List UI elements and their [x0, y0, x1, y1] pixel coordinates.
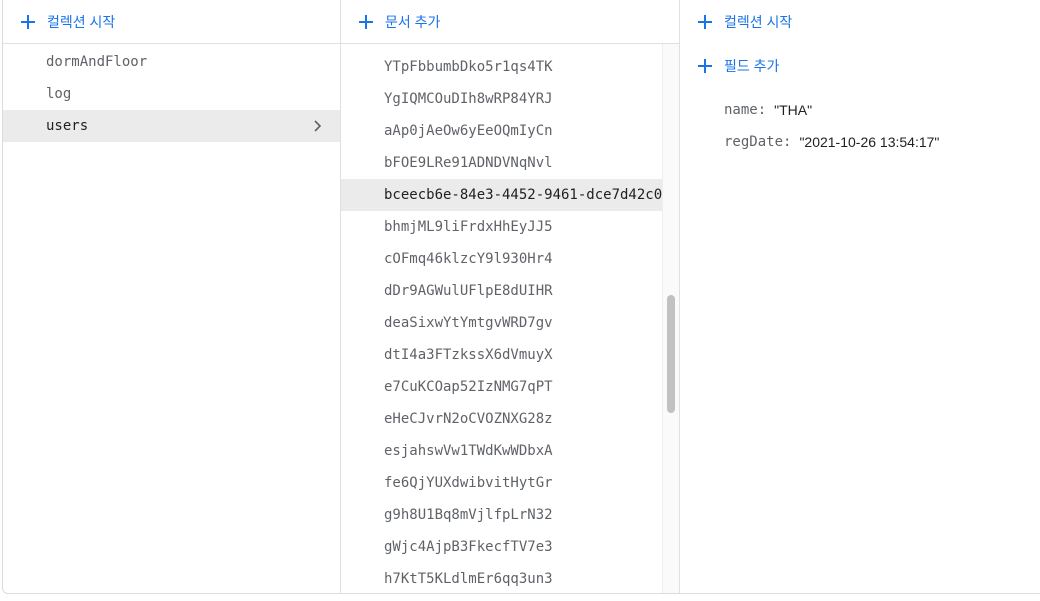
field-value: "2021-10-26 13:54:17" — [799, 134, 940, 150]
collections-panel: 컬렉션 시작 dormAndFloor log users — [3, 0, 341, 593]
collection-item-dormandfloor[interactable]: dormAndFloor — [3, 46, 340, 78]
document-item[interactable]: aAp0jAeOw6yEeOQmIyCn — [341, 115, 663, 147]
field-list: name: "THA" regDate: "2021-10-26 13:54:1… — [680, 88, 1040, 158]
document-id: gWjc4AjpB3FkecfTV7e3 — [384, 539, 553, 555]
document-id: esjahswVw1TWdKwWDbxA — [384, 443, 553, 459]
field-key: name: — [724, 102, 767, 118]
document-id: fe6QjYUXdwibvitHytGr — [384, 475, 553, 491]
documents-panel: 문서 추가 YTpFbbumbDko5r1qs4TK YgIQMCOuDIh8w… — [341, 0, 680, 593]
document-item[interactable]: bFOE9LRe91ADNDVNqNvl — [341, 147, 663, 179]
document-id: YgIQMCOuDIh8wRP84YRJ — [384, 91, 553, 107]
document-item[interactable]: deaSixwYtYmtgvWRD7gv — [341, 307, 663, 339]
plus-icon — [698, 59, 712, 73]
start-collection-label: 컬렉션 시작 — [47, 13, 116, 30]
document-item[interactable]: eHeCJvrN2oCVOZNXG28z — [341, 403, 663, 435]
document-item[interactable]: bhmjML9liFrdxHhEyJJ5 — [341, 211, 663, 243]
plus-icon — [21, 14, 35, 29]
collection-item-users[interactable]: users — [3, 110, 340, 142]
document-item[interactable]: esjahswVw1TWdKwWDbxA — [341, 435, 663, 467]
field-key: regDate: — [724, 134, 792, 150]
document-item-selected[interactable]: bceecb6e-84e3-4452-9461-dce7d42c06 — [341, 179, 663, 211]
document-id: h7KtT5KLdlmEr6qq3un3 — [384, 571, 553, 587]
collection-item-log[interactable]: log — [3, 78, 340, 110]
field-row-regdate[interactable]: regDate: "2021-10-26 13:54:17" — [724, 126, 1040, 158]
document-item[interactable]: fe6QjYUXdwibvitHytGr — [341, 467, 663, 499]
add-document-button[interactable]: 문서 추가 — [341, 0, 679, 44]
document-item[interactable]: dtI4a3FTzkssX6dVmuyX — [341, 339, 663, 371]
scrollbar-thumb[interactable] — [667, 295, 675, 413]
document-id: dtI4a3FTzkssX6dVmuyX — [384, 347, 553, 363]
document-id: bFOE9LRe91ADNDVNqNvl — [384, 155, 553, 171]
document-item[interactable]: dDr9AGWulUFlpE8dUIHR — [341, 275, 663, 307]
document-item[interactable]: g9h8U1Bq8mVjlfpLrN32 — [341, 499, 663, 531]
document-item[interactable]: YTpFbbumbDko5r1qs4TK — [341, 51, 663, 83]
add-field-button[interactable]: 필드 추가 — [680, 44, 1040, 88]
plus-icon — [698, 15, 712, 29]
document-list: YTpFbbumbDko5r1qs4TK YgIQMCOuDIh8wRP84YR… — [341, 51, 663, 593]
start-subcollection-button[interactable]: 컬렉션 시작 — [680, 0, 1040, 44]
firestore-data-viewer: 컬렉션 시작 dormAndFloor log users 문서 추가 YTpF… — [2, 0, 1040, 594]
document-id: dDr9AGWulUFlpE8dUIHR — [384, 283, 553, 299]
add-field-label: 필드 추가 — [724, 58, 780, 74]
document-id: bhmjML9liFrdxHhEyJJ5 — [384, 219, 553, 235]
start-collection-button[interactable]: 컬렉션 시작 — [3, 0, 340, 44]
fields-panel: 컬렉션 시작 필드 추가 name: "THA" regDate: "2021-… — [680, 0, 1040, 593]
document-item[interactable]: h7KtT5KLdlmEr6qq3un3 — [341, 563, 663, 593]
field-row-name[interactable]: name: "THA" — [724, 94, 1040, 126]
document-id: g9h8U1Bq8mVjlfpLrN32 — [384, 507, 553, 523]
document-id: bceecb6e-84e3-4452-9461-dce7d42c06 — [384, 187, 663, 203]
plus-icon — [359, 14, 373, 29]
document-id: deaSixwYtYmtgvWRD7gv — [384, 315, 553, 331]
document-id: e7CuKCOap52IzNMG7qPT — [384, 379, 553, 395]
document-id: aAp0jAeOw6yEeOQmIyCn — [384, 123, 553, 139]
document-list-scrollbar[interactable] — [662, 44, 679, 593]
document-id: YTpFbbumbDko5r1qs4TK — [384, 59, 553, 75]
add-document-label: 문서 추가 — [385, 13, 441, 30]
document-id: eHeCJvrN2oCVOZNXG28z — [384, 411, 553, 427]
collection-item-label: users — [46, 118, 89, 134]
chevron-right-icon — [314, 120, 322, 132]
field-value: "THA" — [774, 102, 813, 118]
collection-item-label: dormAndFloor — [46, 54, 148, 70]
document-item[interactable]: YgIQMCOuDIh8wRP84YRJ — [341, 83, 663, 115]
collection-item-label: log — [46, 86, 72, 102]
document-item[interactable]: gWjc4AjpB3FkecfTV7e3 — [341, 531, 663, 563]
document-item[interactable]: e7CuKCOap52IzNMG7qPT — [341, 371, 663, 403]
document-item[interactable]: cOFmq46klzcY9l930Hr4 — [341, 243, 663, 275]
start-subcollection-label: 컬렉션 시작 — [724, 14, 793, 30]
document-id: cOFmq46klzcY9l930Hr4 — [384, 251, 553, 267]
